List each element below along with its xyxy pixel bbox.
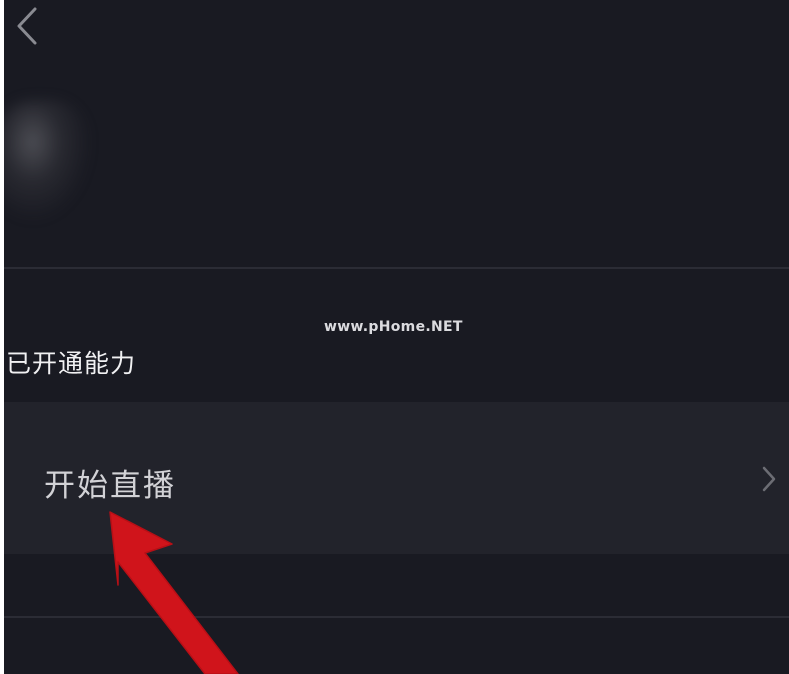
divider <box>4 616 789 618</box>
divider <box>4 267 789 269</box>
start-live-row[interactable]: 开始直播 <box>4 402 789 554</box>
chevron-left-icon <box>17 7 37 45</box>
chevron-right-icon <box>762 466 776 492</box>
section-title-abilities: 已开通能力 <box>6 349 137 378</box>
start-live-label: 开始直播 <box>44 468 176 504</box>
back-button[interactable] <box>4 0 50 52</box>
watermark: www.pHome.NET <box>324 319 463 335</box>
avatar[interactable] <box>4 100 90 220</box>
settings-screen: 已开通能力 开始直播 <box>4 0 789 674</box>
